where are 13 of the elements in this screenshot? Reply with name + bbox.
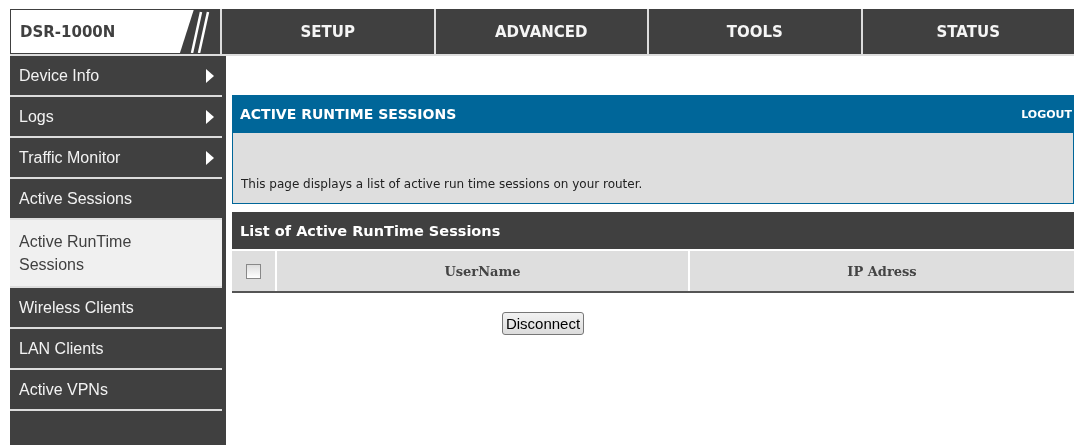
list-title: List of Active RunTime Sessions [240, 222, 501, 239]
sidebar-item[interactable]: Active RunTime Sessions [10, 220, 222, 288]
description-text: This page displays a list of active run time sessions on your router. [241, 177, 643, 191]
logout-link[interactable]: LOGOUT [1021, 107, 1072, 121]
select-all-checkbox[interactable] [246, 263, 261, 279]
caret-icon [206, 109, 214, 124]
logo: DSR-1000N [10, 9, 220, 54]
column-header: UserName [277, 251, 688, 291]
section-title: ACTIVE RUNTIME SESSIONS [240, 106, 457, 122]
caret-icon [206, 150, 214, 165]
disconnect-button[interactable]: Disconnect [501, 312, 585, 335]
column-header: IP Adress [690, 251, 1074, 291]
caret-icon [206, 68, 214, 83]
